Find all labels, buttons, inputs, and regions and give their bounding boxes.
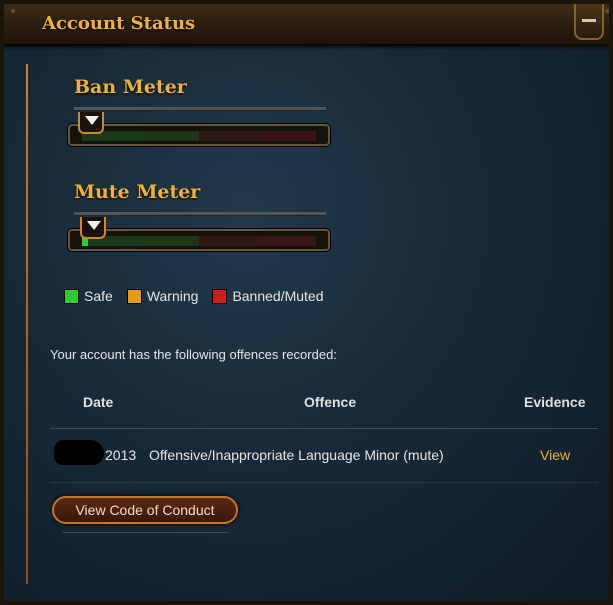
legend-item-warning: Warning: [126, 288, 199, 304]
column-header-evidence: Evidence: [524, 394, 586, 410]
meter-segment-safe: [140, 131, 199, 141]
safe-swatch: [64, 288, 79, 304]
ban-meter-pointer: [78, 112, 104, 134]
column-header-date: Date: [83, 394, 114, 410]
redacted-date: [54, 440, 104, 465]
rivet: [10, 8, 16, 14]
ban-meter-track: [68, 124, 330, 146]
offences-table: Date Offence Evidence 2013 Offensive/Ina…: [50, 382, 598, 483]
table-header: Date Offence Evidence: [50, 382, 598, 429]
meter-segment-banned: [257, 131, 316, 141]
title-bar: Account Status: [4, 4, 609, 46]
legend-label: Safe: [84, 288, 113, 304]
meter-legend: Safe Warning Banned/Muted: [64, 288, 324, 304]
meter-divider: [74, 212, 326, 216]
divider: [62, 532, 228, 533]
meter-segment-warning: [199, 236, 258, 246]
triangle-down-icon: [87, 221, 101, 230]
ban-meter-fill: [82, 131, 316, 141]
table-row: 2013 Offensive/Inappropriate Language Mi…: [50, 429, 598, 483]
rivet: [604, 8, 609, 14]
mute-meter-title: Mute Meter: [74, 181, 201, 203]
banned-swatch: [212, 288, 228, 304]
column-header-offence: Offence: [304, 394, 357, 410]
warning-swatch: [126, 288, 142, 304]
decorative-side-line: [26, 64, 28, 584]
offence-description: Offensive/Inappropriate Language Minor (…: [149, 447, 444, 463]
legend-item-banned: Banned/Muted: [212, 288, 324, 304]
meter-divider: [74, 107, 326, 111]
offence-date: 2013: [105, 447, 137, 463]
meter-segment-warning: [199, 131, 258, 141]
mute-meter-pointer: [80, 217, 106, 239]
offences-intro: Your account has the following offences …: [50, 347, 337, 362]
mute-meter-fill: [82, 236, 316, 246]
meter-segment-safe: [140, 236, 199, 246]
ban-meter-title: Ban Meter: [74, 76, 187, 98]
account-status-window: Account Status Ban Meter Mute Meter Safe…: [0, 0, 613, 605]
window-title: Account Status: [42, 13, 196, 34]
triangle-down-icon: [85, 116, 99, 125]
meter-segment-banned: [257, 236, 316, 246]
view-evidence-link[interactable]: View: [540, 447, 570, 463]
minimize-button[interactable]: [574, 4, 604, 40]
minus-icon: [582, 19, 596, 22]
mute-meter-track: [68, 229, 330, 251]
legend-item-safe: Safe: [64, 288, 113, 304]
view-code-of-conduct-button[interactable]: View Code of Conduct: [52, 496, 238, 524]
legend-label: Warning: [146, 288, 199, 304]
legend-label: Banned/Muted: [232, 288, 324, 304]
